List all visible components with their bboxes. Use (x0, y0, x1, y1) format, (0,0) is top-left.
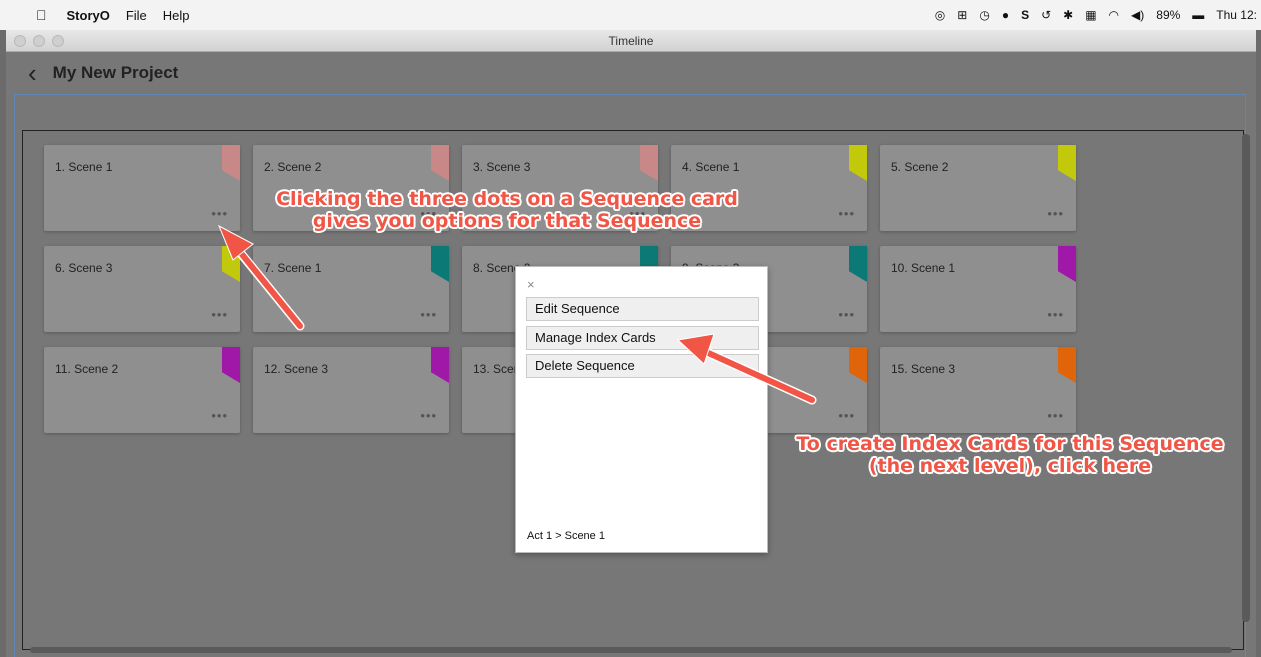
arrow-to-dots (218, 224, 305, 331)
annotation-arrows (218, 224, 817, 405)
arrow-to-manage (676, 333, 817, 405)
